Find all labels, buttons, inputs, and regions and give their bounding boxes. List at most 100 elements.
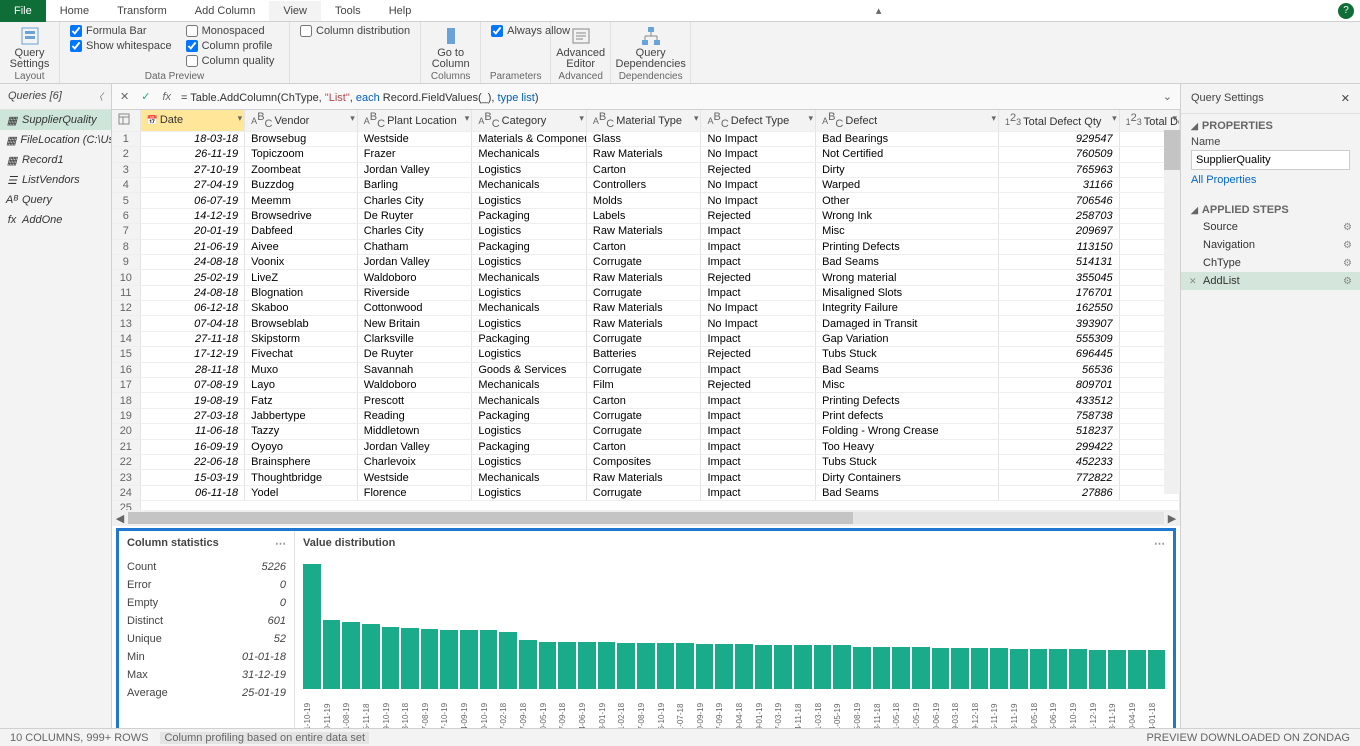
view-tab[interactable]: View [269, 1, 321, 21]
vertical-scrollbar[interactable] [1164, 130, 1180, 494]
tools-tab[interactable]: Tools [321, 1, 375, 21]
corner-cell[interactable] [112, 110, 140, 131]
column-header-total-defect-qty[interactable]: 123Total Defect Qty▾ [999, 110, 1120, 131]
distribution-bar[interactable] [637, 643, 655, 689]
distribution-bar[interactable] [676, 643, 694, 689]
collapse-queries-icon[interactable]: 〈 [94, 90, 103, 103]
query-item-3[interactable]: ☰ListVendors [0, 170, 111, 190]
help-tab[interactable]: Help [375, 1, 426, 21]
add-column-tab[interactable]: Add Column [181, 1, 270, 21]
distribution-bar[interactable] [539, 642, 557, 690]
help-icon[interactable]: ? [1338, 3, 1354, 19]
status-profiling[interactable]: Column profiling based on entire data se… [160, 732, 369, 744]
column-header-vendor[interactable]: ABCVendor▾ [245, 110, 358, 131]
row-number[interactable]: 5 [112, 193, 140, 208]
row-number[interactable]: 17 [112, 378, 140, 393]
column-header-date[interactable]: 📅Date▾ [140, 110, 245, 131]
distribution-bar[interactable] [1108, 650, 1126, 689]
distribution-bar[interactable] [342, 622, 360, 690]
distribution-bar[interactable] [814, 645, 832, 689]
table-row[interactable]: 1517-12-19FivechatDe RuyterLogisticsBatt… [112, 347, 1180, 362]
distribution-bar[interactable] [558, 642, 576, 690]
distribution-bar[interactable] [303, 564, 321, 689]
row-number[interactable]: 1 [112, 131, 140, 146]
query-item-0[interactable]: ▦SupplierQuality [0, 110, 111, 130]
distribution-bar[interactable] [578, 642, 596, 690]
column-dropdown-icon[interactable]: ▾ [350, 113, 355, 124]
distribution-bar[interactable] [1128, 650, 1146, 689]
row-number[interactable]: 8 [112, 239, 140, 254]
column-profile-checkbox[interactable]: Column profile [184, 39, 277, 53]
distribution-bar[interactable] [499, 632, 517, 690]
column-dropdown-icon[interactable]: ▾ [465, 113, 470, 124]
column-dropdown-icon[interactable]: ▾ [694, 113, 699, 124]
distribution-bar[interactable] [1089, 650, 1107, 689]
query-item-2[interactable]: ▦Record1 [0, 150, 111, 170]
distribution-bar[interactable] [833, 645, 851, 689]
distribution-bar[interactable] [892, 647, 910, 690]
fx-icon[interactable]: fx [160, 91, 173, 103]
query-dependencies-button[interactable]: Query Dependencies [619, 24, 682, 72]
table-row[interactable]: 614-12-19BrowsedriveDe RuyterPackagingLa… [112, 208, 1180, 223]
formula-expand-icon[interactable]: ⌄ [1161, 90, 1174, 103]
distribution-bar[interactable] [1069, 649, 1087, 689]
advanced-editor-button[interactable]: Advanced Editor [559, 24, 602, 72]
table-row[interactable]: 226-11-19TopiczoomFrazerMechanicalsRaw M… [112, 147, 1180, 162]
table-row[interactable]: 924-08-18VoonixJordan ValleyLogisticsCor… [112, 254, 1180, 269]
row-number[interactable]: 9 [112, 254, 140, 269]
row-number[interactable]: 2 [112, 147, 140, 162]
distribution-bar[interactable] [598, 642, 616, 690]
applied-step-addlist[interactable]: ✕AddList⚙ [1181, 272, 1360, 290]
distribution-bar[interactable] [323, 620, 341, 689]
table-row[interactable]: 2116-09-19OyoyoJordan ValleyPackagingCar… [112, 439, 1180, 454]
table-row[interactable]: 720-01-19DabfeedCharles CityLogisticsRaw… [112, 224, 1180, 239]
column-header-defect-type[interactable]: ABCDefect Type▾ [701, 110, 816, 131]
row-number[interactable]: 21 [112, 439, 140, 454]
distribution-bar[interactable] [774, 645, 792, 689]
distribution-bar[interactable] [382, 627, 400, 690]
table-row[interactable]: 1307-04-18BrowseblabNew BritainLogistics… [112, 316, 1180, 331]
delete-step-icon[interactable]: ✕ [1189, 276, 1197, 287]
close-settings-icon[interactable]: ✕ [1341, 92, 1350, 105]
table-row[interactable]: 1628-11-18MuxoSavannahGoods & ServicesCo… [112, 362, 1180, 377]
table-row[interactable]: 2406-11-18YodelFlorenceLogisticsCorrugat… [112, 485, 1180, 500]
column-quality-checkbox[interactable]: Column quality [184, 54, 277, 68]
row-number[interactable]: 3 [112, 162, 140, 177]
formula-cancel-icon[interactable]: ✕ [118, 90, 131, 103]
query-name-input[interactable] [1191, 150, 1350, 170]
step-settings-icon[interactable]: ⚙ [1343, 258, 1352, 269]
distribution-bar[interactable] [657, 643, 675, 689]
row-number[interactable]: 12 [112, 301, 140, 316]
row-number[interactable]: 16 [112, 362, 140, 377]
go-to-column-button[interactable]: Go to Column [429, 24, 472, 72]
column-dropdown-icon[interactable]: ▾ [1112, 113, 1117, 124]
distribution-bar[interactable] [1030, 649, 1048, 689]
table-row[interactable]: 1707-08-19LayoWaldoboroMechanicalsFilmRe… [112, 378, 1180, 393]
row-number[interactable]: 7 [112, 224, 140, 239]
query-item-5[interactable]: fxAddOne [0, 210, 111, 230]
distribution-bar[interactable] [460, 630, 478, 689]
formula-accept-icon[interactable]: ✓ [139, 90, 152, 103]
distribution-bar[interactable] [755, 645, 773, 689]
table-row[interactable]: 427-04-19BuzzdogBarlingMechanicalsContro… [112, 177, 1180, 192]
table-row[interactable]: 2315-03-19ThoughtbridgeWestsideMechanica… [112, 470, 1180, 485]
row-number[interactable]: 18 [112, 393, 140, 408]
distribution-bar[interactable] [480, 630, 498, 689]
row-number[interactable]: 10 [112, 270, 140, 285]
column-header-category[interactable]: ABCCategory▾ [472, 110, 587, 131]
row-number[interactable]: 20 [112, 424, 140, 439]
applied-step-navigation[interactable]: Navigation⚙ [1181, 236, 1360, 254]
applied-step-chtype[interactable]: ChType⚙ [1181, 254, 1360, 272]
distribution-bar[interactable] [519, 640, 537, 689]
distribution-bar[interactable] [971, 648, 989, 689]
step-settings-icon[interactable]: ⚙ [1343, 240, 1352, 251]
transform-tab[interactable]: Transform [103, 1, 181, 21]
table-row[interactable]: 1927-03-18JabbertypeReadingPackagingCorr… [112, 408, 1180, 423]
row-number[interactable]: 14 [112, 331, 140, 346]
column-dropdown-icon[interactable]: ▾ [579, 113, 584, 124]
column-dropdown-icon[interactable]: ▾ [1172, 113, 1177, 124]
query-item-1[interactable]: ▦FileLocation (C:\Users... [0, 130, 111, 150]
column-header-total-dow[interactable]: 123Total Dow▾ [1119, 110, 1179, 131]
column-header-material-type[interactable]: ABCMaterial Type▾ [586, 110, 701, 131]
query-item-4[interactable]: AᴮQuery [0, 190, 111, 210]
